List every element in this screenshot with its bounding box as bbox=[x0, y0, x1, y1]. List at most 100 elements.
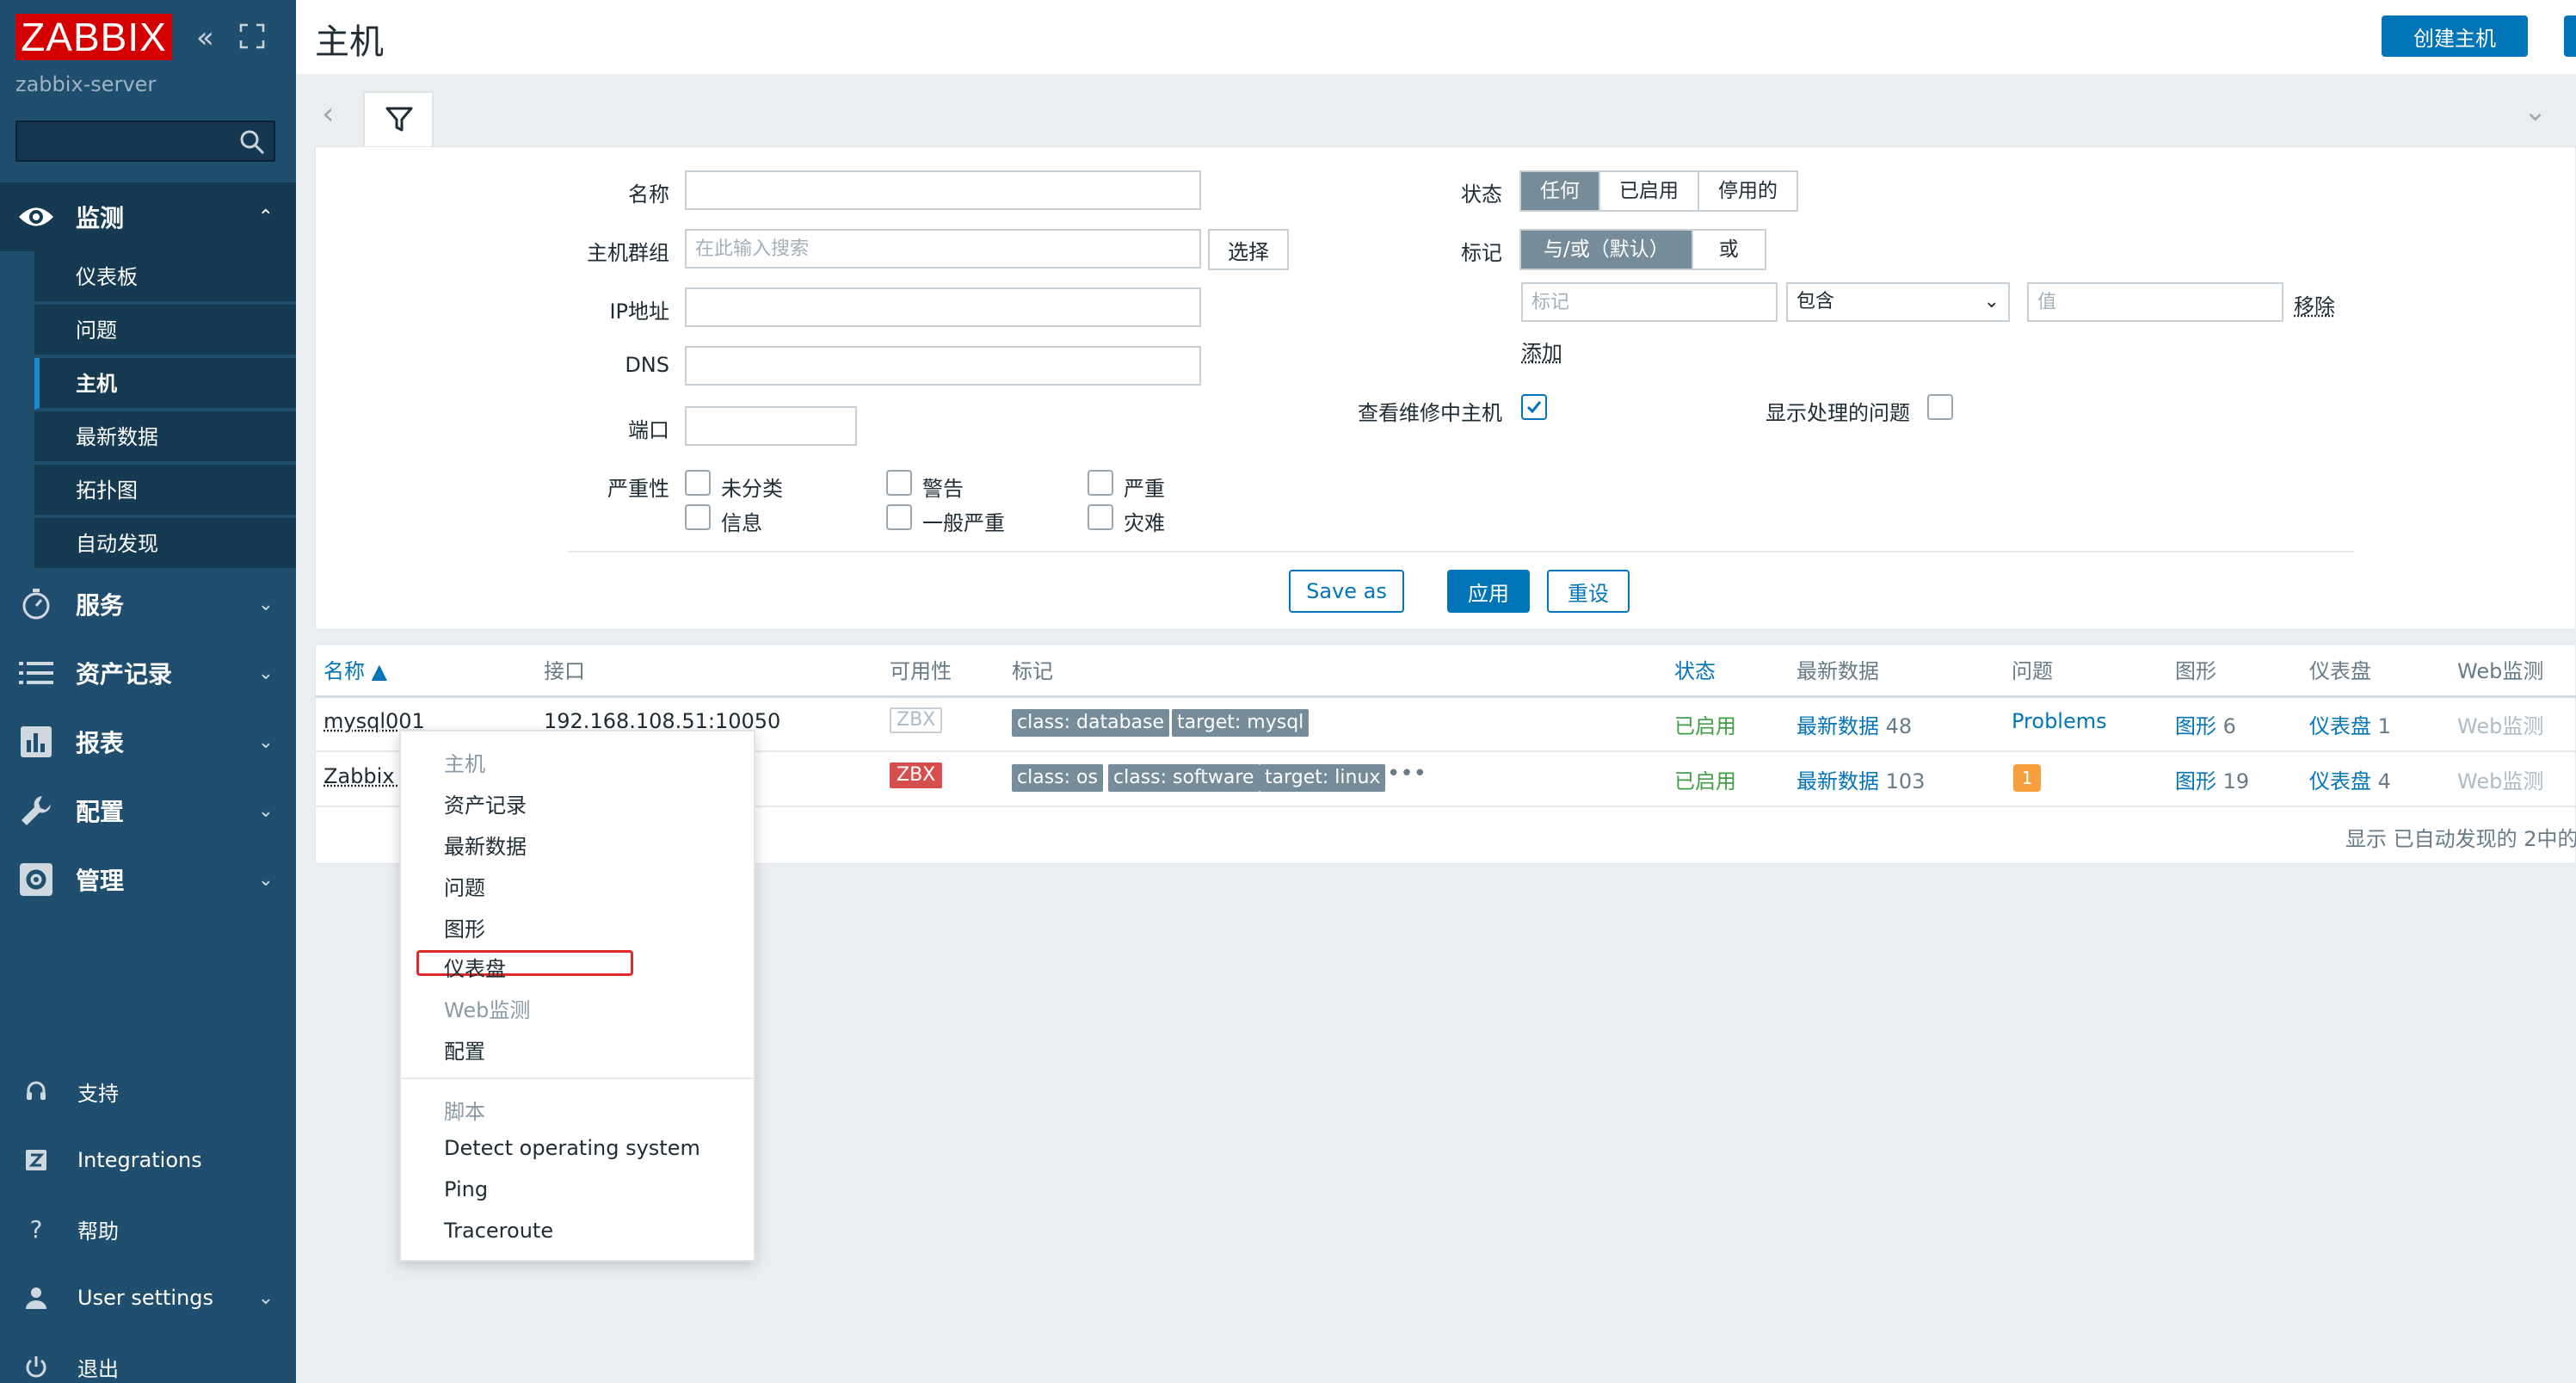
kiosk-mode-icon[interactable] bbox=[239, 22, 265, 57]
menu-item-configuration[interactable]: 配置 bbox=[444, 1034, 485, 1065]
chevron-down-icon: ⌄ bbox=[1983, 291, 2000, 312]
dashboards-link[interactable]: 仪表盘 1 bbox=[2309, 709, 2391, 739]
sidebar-search-input[interactable] bbox=[15, 120, 275, 162]
tag-badge[interactable]: target: mysql bbox=[1172, 709, 1310, 737]
nav-hosts[interactable]: 主机 bbox=[34, 358, 296, 410]
severity-average-checkbox[interactable] bbox=[886, 504, 912, 530]
nav-configuration[interactable]: 配置 ⌄ bbox=[0, 776, 296, 845]
nav-administration[interactable]: 管理 ⌄ bbox=[0, 845, 296, 914]
tag-condition-select[interactable]: 包含 ⌄ bbox=[1786, 282, 2010, 322]
filter-name-label: 名称 bbox=[628, 182, 669, 207]
checkmark-icon bbox=[1526, 401, 1542, 414]
problems-count-badge[interactable]: 1 bbox=[2013, 764, 2041, 792]
chevron-down-icon[interactable]: ⌄ bbox=[2524, 95, 2547, 127]
host-status[interactable]: 已启用 bbox=[1674, 709, 1736, 739]
tag-badge[interactable]: class: database bbox=[1012, 709, 1170, 737]
nav-integrations[interactable]: Integrations bbox=[0, 1134, 296, 1186]
collapse-sidebar-icon[interactable]: « bbox=[196, 21, 214, 55]
status-disabled-option[interactable]: 停用的 bbox=[1699, 172, 1796, 210]
filter-dns-input[interactable] bbox=[685, 346, 1201, 386]
severity-not-classified-checkbox[interactable] bbox=[685, 470, 711, 496]
filter-name-input[interactable] bbox=[685, 170, 1201, 210]
filter-tab-bar: ‹ ⌄ bbox=[315, 74, 2576, 148]
availability-zbx-badge[interactable]: ZBX bbox=[890, 763, 943, 788]
reset-button[interactable]: 重设 bbox=[1547, 570, 1630, 613]
menu-item-dashboards[interactable]: 仪表盘 bbox=[444, 952, 506, 982]
nav-help[interactable]: ? 帮助 bbox=[0, 1203, 296, 1255]
remove-tag-link[interactable]: 移除 bbox=[2294, 289, 2335, 319]
more-tags-icon[interactable]: ••• bbox=[1387, 761, 1427, 787]
severity-high-label: 严重 bbox=[1124, 477, 1165, 501]
nav-support[interactable]: 支持 bbox=[0, 1065, 296, 1117]
menu-item-ping[interactable]: Ping bbox=[444, 1177, 488, 1201]
graphs-link[interactable]: 图形 6 bbox=[2175, 709, 2236, 739]
tag-operator-and-or-option[interactable]: 与/或（默认） bbox=[1521, 231, 1693, 269]
menu-item-web: Web监测 bbox=[444, 998, 531, 1022]
save-as-button[interactable]: Save as bbox=[1289, 570, 1404, 613]
tag-name-input[interactable] bbox=[1521, 282, 1778, 322]
menu-item-latest-data[interactable]: 最新数据 bbox=[444, 830, 527, 860]
filter-tab[interactable] bbox=[363, 91, 434, 148]
filter-ip-input[interactable] bbox=[685, 287, 1201, 327]
severity-warning-checkbox[interactable] bbox=[886, 470, 912, 496]
latest-data-link[interactable]: 最新数据 103 bbox=[1796, 764, 1925, 794]
show-suppressed-checkbox[interactable] bbox=[1927, 394, 1953, 420]
availability-zbx-badge[interactable]: ZBX bbox=[890, 707, 943, 733]
problems-link[interactable]: Problems bbox=[2012, 709, 2107, 733]
host-status[interactable]: 已启用 bbox=[1674, 764, 1736, 794]
filter-icon bbox=[385, 107, 413, 132]
severity-high-checkbox[interactable] bbox=[1088, 470, 1113, 496]
import-button[interactable] bbox=[2564, 15, 2576, 57]
dashboards-link[interactable]: 仪表盘 4 bbox=[2309, 764, 2391, 794]
tag-badge[interactable]: target: linux bbox=[1260, 764, 1386, 792]
menu-item-traceroute[interactable]: Traceroute bbox=[444, 1219, 553, 1243]
severity-disaster-checkbox[interactable] bbox=[1088, 504, 1113, 530]
menu-item-problems[interactable]: 问题 bbox=[444, 871, 485, 901]
create-host-button[interactable]: 创建主机 bbox=[2382, 15, 2528, 57]
tag-badge[interactable]: class: os bbox=[1012, 764, 1103, 792]
add-tag-link[interactable]: 添加 bbox=[1521, 336, 1562, 366]
nav-problems[interactable]: 问题 bbox=[34, 305, 296, 356]
zabbix-z-icon bbox=[19, 1150, 53, 1170]
nav-reports[interactable]: 报表 ⌄ bbox=[0, 707, 296, 776]
tag-value-input[interactable] bbox=[2027, 282, 2283, 322]
host-context-menu: 主机 资产记录 最新数据 问题 图形 仪表盘 Web监测 配置 脚本 Detec… bbox=[399, 730, 755, 1262]
status-enabled-option[interactable]: 已启用 bbox=[1600, 172, 1699, 210]
select-hostgroup-button[interactable]: 选择 bbox=[1208, 229, 1289, 270]
nav-inventory[interactable]: 资产记录 ⌄ bbox=[0, 639, 296, 707]
column-web-header: Web监测 bbox=[2457, 659, 2544, 683]
show-maintenance-label: 查看维修中主机 bbox=[1358, 401, 1502, 425]
nav-discovery[interactable]: 自动发现 bbox=[34, 518, 296, 570]
filter-hostgroup-input[interactable] bbox=[685, 229, 1201, 269]
status-any-option[interactable]: 任何 bbox=[1521, 172, 1600, 210]
menu-item-inventory[interactable]: 资产记录 bbox=[444, 788, 527, 818]
nav-maps[interactable]: 拓扑图 bbox=[34, 465, 296, 516]
menu-item-graphs[interactable]: 图形 bbox=[444, 912, 485, 942]
nav-user-settings[interactable]: User settings ⌄ bbox=[0, 1272, 296, 1324]
menu-item-detect-os[interactable]: Detect operating system bbox=[444, 1136, 700, 1160]
search-icon[interactable] bbox=[237, 127, 267, 157]
chevron-left-icon[interactable]: ‹ bbox=[322, 96, 334, 132]
column-name-header[interactable]: 名称 ▲ bbox=[324, 654, 387, 684]
graphs-link[interactable]: 图形 19 bbox=[2175, 764, 2249, 794]
zabbix-logo[interactable]: ZABBIX bbox=[15, 14, 172, 60]
nav-monitoring-label: 监测 bbox=[76, 204, 125, 232]
tag-operator-or-option[interactable]: 或 bbox=[1692, 231, 1765, 269]
tag-condition-value: 包含 bbox=[1796, 291, 1835, 312]
filter-port-input[interactable] bbox=[685, 406, 857, 446]
column-status-header[interactable]: 状态 bbox=[1674, 654, 1716, 684]
show-maintenance-checkbox[interactable] bbox=[1521, 394, 1547, 420]
nav-latest-data[interactable]: 最新数据 bbox=[34, 411, 296, 463]
apply-button[interactable]: 应用 bbox=[1447, 570, 1530, 613]
page-title: 主机 bbox=[315, 22, 384, 62]
nav-dashboard[interactable]: 仪表板 bbox=[34, 251, 296, 303]
latest-data-link[interactable]: 最新数据 48 bbox=[1796, 709, 1912, 739]
nav-sign-out[interactable]: 退出 bbox=[0, 1341, 296, 1383]
severity-information-checkbox[interactable] bbox=[685, 504, 711, 530]
nav-services[interactable]: 服务 ⌄ bbox=[0, 570, 296, 639]
tag-badge[interactable]: class: software bbox=[1108, 764, 1260, 792]
bar-chart-icon bbox=[15, 721, 57, 763]
nav-monitoring[interactable]: 监测 ⌃ bbox=[0, 182, 296, 251]
filter-divider bbox=[568, 551, 2354, 553]
nav-user-settings-label: User settings bbox=[77, 1286, 214, 1310]
